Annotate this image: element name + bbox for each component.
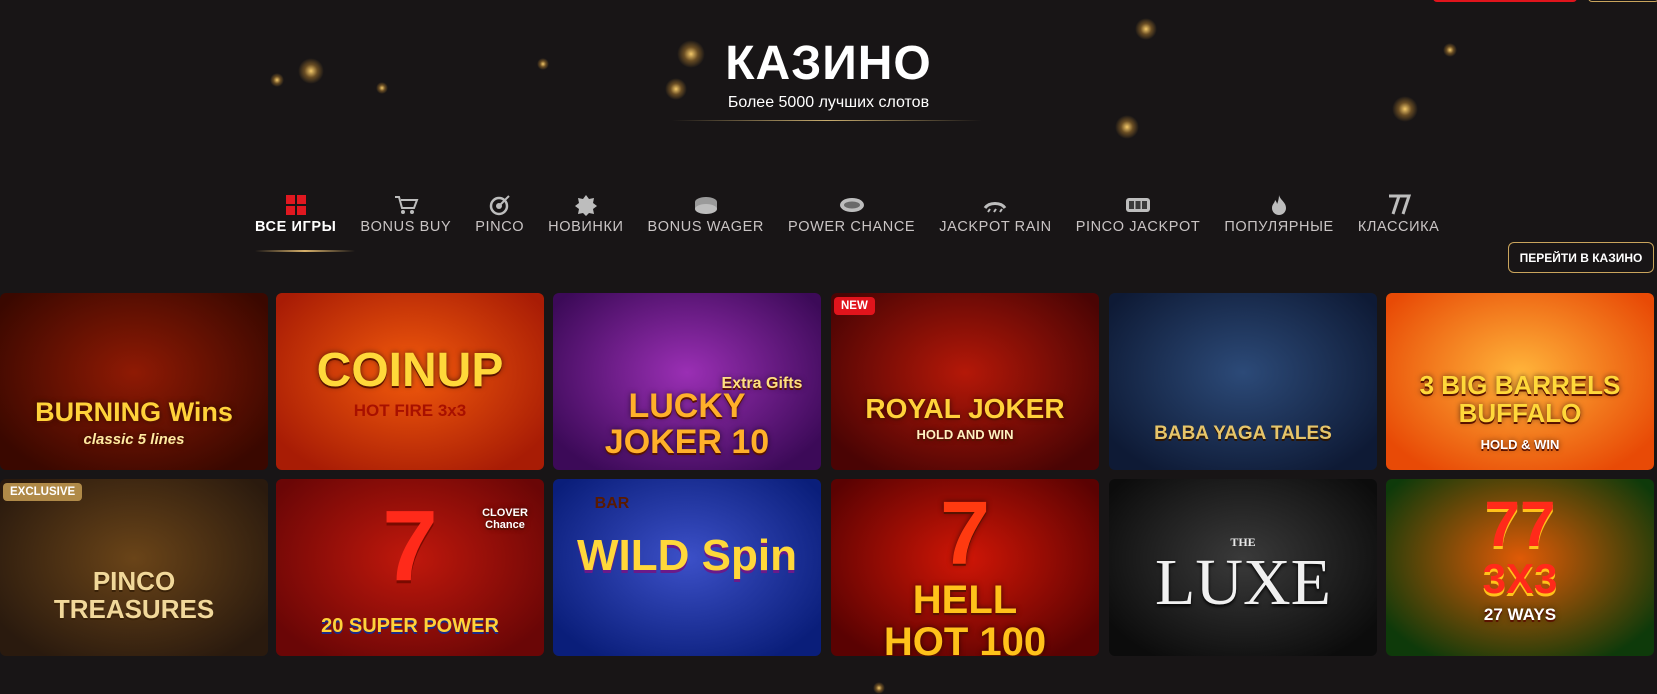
game-subtitle: BAR (594, 495, 630, 512)
game-tile-hell-hot-100[interactable]: 7 HELL HOT 100 (831, 479, 1099, 656)
category-nav: ВСЕ ИГРЫ BONUS BUY PINCO НОВИНКИ BONUS W… (255, 193, 1463, 235)
tab-label: НОВИНКИ (548, 219, 624, 235)
tab-label: POWER CHANCE (787, 219, 916, 235)
game-seven-symbol: 77 (1484, 488, 1556, 560)
game-title: PINCO TREASURES (53, 566, 215, 624)
bonus-wager-icon (693, 193, 719, 217)
bonus-buy-cart-icon (393, 193, 419, 217)
tab-label: ВСЕ ИГРЫ (255, 219, 337, 235)
page-title: КАЗИНО (725, 37, 932, 90)
tab-jackpot-rain[interactable]: JACKPOT RAIN (939, 193, 1051, 235)
game-tile-3x3-27-ways[interactable]: 77 3X3 27 WAYS (1386, 479, 1654, 656)
game-tile-the-luxe[interactable]: THE LUXE (1109, 479, 1377, 656)
game-subtitle: classic 5 lines (83, 431, 185, 448)
fire-icon (1268, 193, 1290, 217)
game-title: 3X3 (1482, 555, 1558, 602)
game-tile-20-super-power[interactable]: 7 20 SUPER POWER CLOVER Chance (276, 479, 544, 656)
game-tile-baba-yaga-tales[interactable]: BABA YAGA TALES (1109, 293, 1377, 470)
active-tab-underline (255, 250, 355, 252)
game-title: LUXE (1155, 546, 1331, 619)
tab-bonus-buy[interactable]: BONUS BUY (360, 193, 451, 235)
tab-label: BONUS WAGER (647, 219, 764, 235)
header-register-button[interactable] (1433, 0, 1577, 2)
game-subtitle: 27 WAYS (1483, 605, 1557, 624)
game-tile-royal-joker[interactable]: NEW ROYAL JOKER HOLD AND WIN (831, 293, 1099, 470)
game-tile-buffalo[interactable]: 3 BIG BARRELS BUFFALO HOLD & WIN (1386, 293, 1654, 470)
game-title: 3 BIG BARRELS BUFFALO (1419, 370, 1621, 428)
tab-label: КЛАССИКА (1357, 219, 1440, 235)
tab-power-chance[interactable]: POWER CHANCE (788, 193, 915, 235)
tab-pinco[interactable]: PINCO (475, 193, 524, 235)
tab-pinco-jackpot[interactable]: PINCO JACKPOT (1076, 193, 1201, 235)
exclusive-badge: EXCLUSIVE (3, 483, 83, 501)
tab-label: PINCO JACKPOT (1075, 219, 1201, 235)
game-tile-wild-spin[interactable]: WILD Spin BAR (553, 479, 821, 656)
sparkle-decoration (1115, 115, 1139, 139)
tab-label: ПОПУЛЯРНЫЕ (1224, 219, 1334, 235)
game-title: BURNING Wins (35, 397, 233, 427)
game-subtitle: CLOVER Chance (482, 507, 528, 531)
seven-icon (1387, 193, 1411, 217)
tab-label: BONUS BUY (360, 219, 452, 235)
game-subtitle: HOLD AND WIN (916, 427, 1014, 442)
game-seven-symbol: 7 (939, 484, 991, 584)
tab-label: JACKPOT RAIN (939, 219, 1052, 235)
goto-casino-button[interactable]: ПЕРЕЙТИ В КАЗИНО (1508, 242, 1654, 273)
game-subtitle: HOLD & WIN (1480, 437, 1560, 452)
game-title: LUCKY JOKER 10 (604, 387, 770, 461)
game-title: ROYAL JOKER (865, 393, 1065, 424)
game-title: COINUP (316, 344, 504, 397)
tab-label: PINCO (475, 219, 525, 235)
game-title: 20 SUPER POWER (321, 615, 499, 637)
game-title: BABA YAGA TALES (1154, 423, 1332, 444)
game-tile-pinco-treasures[interactable]: EXCLUSIVE PINCO TREASURES (0, 479, 268, 656)
pinco-jackpot-icon (1125, 193, 1151, 217)
jackpot-rain-icon (982, 193, 1008, 217)
tab-classic[interactable]: КЛАССИКА (1358, 193, 1440, 235)
game-subtitle: HOT FIRE 3x3 (353, 401, 467, 420)
page-subtitle: Более 5000 лучших слотов (727, 94, 930, 111)
tab-bonus-wager[interactable]: BONUS WAGER (648, 193, 764, 235)
game-tile-burning-wins[interactable]: BURNING Wins classic 5 lines (0, 293, 268, 470)
power-chance-icon (839, 193, 865, 217)
grid-icon (285, 193, 307, 217)
tab-new[interactable]: НОВИНКИ (548, 193, 623, 235)
tab-popular[interactable]: ПОПУЛЯРНЫЕ (1224, 193, 1334, 235)
header-login-button[interactable] (1588, 0, 1657, 2)
hero-divider (672, 120, 982, 121)
tab-all-games[interactable]: ВСЕ ИГРЫ (255, 193, 336, 235)
sparkle-decoration (873, 682, 885, 694)
game-tile-coinup[interactable]: COINUP HOT FIRE 3x3 (276, 293, 544, 470)
game-subtitle: Extra Gifts (721, 375, 803, 392)
game-title: WILD Spin (577, 531, 797, 580)
game-title: HELL HOT 100 (883, 578, 1047, 656)
new-badge: NEW (834, 297, 875, 315)
pinco-target-icon (488, 193, 512, 217)
new-badge-icon (574, 193, 598, 217)
game-tile-lucky-joker-10[interactable]: LUCKY JOKER 10 Extra Gifts (553, 293, 821, 470)
